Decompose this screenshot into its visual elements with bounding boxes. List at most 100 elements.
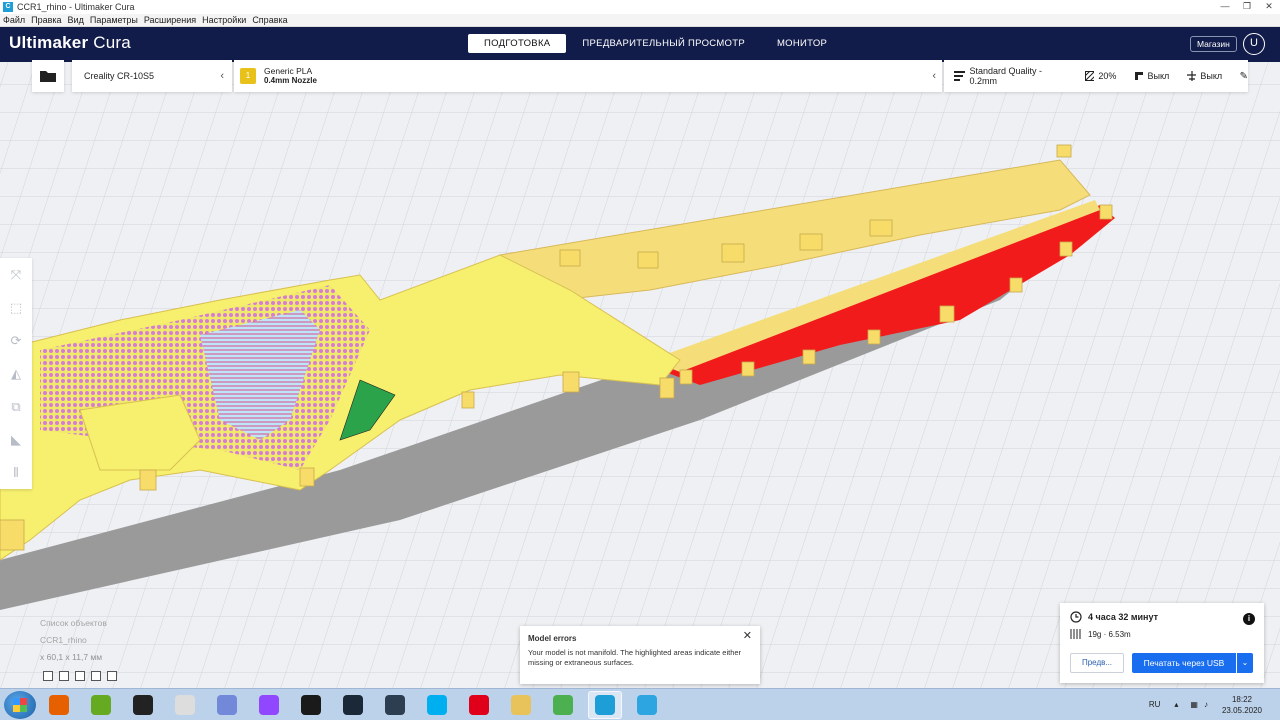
view-front-icon[interactable] <box>59 671 69 681</box>
infill-icon <box>1084 71 1095 81</box>
object-list-label[interactable]: Список объектов <box>40 615 107 632</box>
teamspeak-icon-glyph <box>385 694 405 715</box>
cura-icon-glyph <box>595 694 615 715</box>
material-usage: 19g · 6.53m <box>1088 629 1131 639</box>
pencil-icon[interactable]: ✎ <box>1240 71 1248 82</box>
minimize-icon[interactable]: — <box>1214 0 1236 12</box>
build-plate-viewport[interactable] <box>0 62 1280 688</box>
close-icon[interactable]: ✕ <box>743 631 752 642</box>
cura-icon[interactable] <box>588 690 622 719</box>
tab-preview[interactable]: ПРЕДВАРИТЕЛЬНЫЙ ПРОСМОТР <box>566 34 761 53</box>
chrome-icon[interactable] <box>546 691 580 719</box>
tab-prepare[interactable]: ПОДГОТОВКА <box>468 34 567 53</box>
camera-view-buttons <box>43 671 117 681</box>
clock-icon <box>1070 611 1082 623</box>
menu-edit[interactable]: Правка <box>28 15 64 25</box>
discord-icon-glyph <box>217 694 237 715</box>
windows-taskbar: RU ▴ ▦ ♪ 18:22 23.05.2020 <box>0 688 1280 720</box>
close-icon[interactable]: ✕ <box>1258 0 1280 12</box>
marketplace-button[interactable]: Магазин <box>1190 36 1237 52</box>
custom-supports-icon[interactable]: ⫴ <box>0 456 32 489</box>
message-title: Model errors <box>528 634 577 643</box>
menu-help[interactable]: Справка <box>249 15 290 25</box>
print-time-row: 4 часа 32 минут <box>1070 611 1254 623</box>
nvidia-icon[interactable] <box>294 691 328 719</box>
print-action-panel: 4 часа 32 минут i 19g · 6.53m Предв... П… <box>1060 603 1264 683</box>
support-blocker-icon[interactable]: ◣ <box>0 423 32 456</box>
scale-tool-icon[interactable]: ⬚ <box>0 291 32 324</box>
game-icon[interactable] <box>126 691 160 719</box>
menu-preferences[interactable]: Настройки <box>199 15 249 25</box>
window-controls: — ❐ ✕ <box>1214 0 1280 12</box>
object-name[interactable]: CCR1_rhino <box>40 632 107 649</box>
menu-extensions[interactable]: Расширения <box>141 15 199 25</box>
spool-icon <box>1070 629 1081 639</box>
printer-selector[interactable]: Creality CR-10S5 ‹ <box>72 60 232 92</box>
view-3d-icon[interactable] <box>43 671 53 681</box>
brand-name: Ultimaker <box>9 33 89 52</box>
tab-monitor[interactable]: МОНИТОР <box>761 34 843 53</box>
language-indicator[interactable]: RU <box>1149 700 1161 709</box>
app-header: Ultimaker Cura ПОДГОТОВКА ПРЕДВАРИТЕЛЬНЫ… <box>0 27 1280 62</box>
firefox-icon-glyph <box>49 694 69 715</box>
skype-icon[interactable] <box>420 691 454 719</box>
brand-product: Cura <box>93 33 131 52</box>
start-button[interactable] <box>4 690 36 719</box>
print-buttons: Предв... Печатать через USB ⌄ <box>1070 653 1253 673</box>
menu-view[interactable]: Вид <box>65 15 87 25</box>
chevron-down-icon[interactable]: ⌄ <box>1237 653 1253 673</box>
maximize-icon[interactable]: ❐ <box>1236 0 1258 12</box>
material-usage-row: 19g · 6.53m <box>1070 629 1254 639</box>
clock[interactable]: 18:22 23.05.2020 <box>1222 694 1262 716</box>
view-left-icon[interactable] <box>91 671 101 681</box>
model-errors-message: Model errors Your model is not manifold.… <box>520 626 760 684</box>
network-icon[interactable]: ▦ <box>1190 700 1198 709</box>
move-tool-icon[interactable]: ⤧ <box>0 258 32 291</box>
tray-arrow-icon[interactable]: ▴ <box>1174 700 1178 709</box>
info-icon[interactable]: i <box>1243 613 1255 625</box>
support-value: Выкл <box>1147 71 1170 81</box>
fractal-icon-glyph <box>91 694 111 715</box>
teamspeak-icon[interactable] <box>378 691 412 719</box>
adhesion-icon <box>1186 71 1197 81</box>
clock-date: 23.05.2020 <box>1221 705 1262 715</box>
print-usb-button[interactable]: Печатать через USB <box>1132 653 1236 673</box>
twitch-icon[interactable] <box>252 691 286 719</box>
steam-icon-glyph <box>343 694 363 715</box>
printer-name: Creality CR-10S5 <box>84 71 155 81</box>
quality-layers-icon <box>954 71 966 81</box>
rotate-tool-icon[interactable]: ⟳ <box>0 324 32 357</box>
view-top-icon[interactable] <box>75 671 85 681</box>
telegram-icon-glyph <box>637 694 657 715</box>
extruder-badge: 1 <box>240 68 256 84</box>
material-selector[interactable]: 1 Generic PLA 0.4mm Nozzle ‹ <box>234 60 942 92</box>
menu-file[interactable]: Файл <box>0 15 28 25</box>
object-dimensions: x 60,1 x 11,7 мм <box>40 652 103 662</box>
fractal-icon[interactable] <box>84 691 118 719</box>
opera-icon[interactable] <box>462 691 496 719</box>
open-file-button[interactable] <box>32 60 64 92</box>
window-title: CCR1_rhino - Ultimaker Cura <box>17 2 135 12</box>
system-tray: RU ▴ ▦ ♪ 18:22 23.05.2020 <box>1149 689 1280 720</box>
notepad-icon[interactable] <box>168 691 202 719</box>
per-model-settings-icon[interactable]: ⧉ <box>0 390 32 423</box>
clock-time: 18:22 <box>1231 694 1252 704</box>
view-right-icon[interactable] <box>107 671 117 681</box>
firefox-icon[interactable] <box>42 691 76 719</box>
object-list[interactable]: Список объектов CCR1_rhino x 60,1 x 11,7… <box>40 615 107 666</box>
print-settings-selector[interactable]: Standard Quality - 0.2mm 20% Выкл Выкл ✎ <box>944 60 1248 92</box>
mirror-tool-icon[interactable]: ◭ <box>0 357 32 390</box>
menu-settings[interactable]: Параметры <box>87 15 141 25</box>
twitch-icon-glyph <box>259 694 279 715</box>
steam-icon[interactable] <box>336 691 370 719</box>
explorer-icon[interactable] <box>504 691 538 719</box>
volume-icon[interactable]: ♪ <box>1204 700 1208 709</box>
transform-toolbar: ⤧ ⬚ ⟳ ◭ ⧉ ◣ ⫴ <box>0 258 32 489</box>
telegram-icon[interactable] <box>630 691 664 719</box>
notepad-icon-glyph <box>175 694 195 715</box>
user-avatar[interactable]: U <box>1243 33 1265 55</box>
quality-profile: Standard Quality - 0.2mm <box>969 66 1042 86</box>
preview-button[interactable]: Предв... <box>1070 653 1124 673</box>
chevron-left-icon: ‹ <box>220 70 224 82</box>
discord-icon[interactable] <box>210 691 244 719</box>
